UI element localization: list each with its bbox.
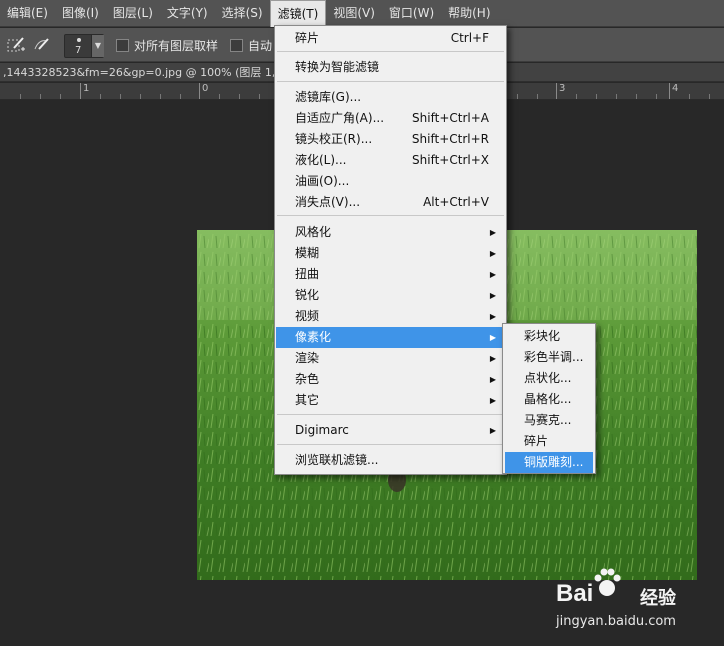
menu-item-convert-smart-filters[interactable]: 转换为智能滤镜 (276, 57, 505, 78)
menu-divider (277, 444, 504, 445)
menu-item-distort[interactable]: 扭曲 ▶ (276, 264, 505, 285)
menu-filter[interactable]: 滤镜(T) (269, 0, 327, 27)
submenu-arrow-icon: ▶ (489, 354, 496, 363)
submenu-arrow-icon: ▶ (489, 396, 496, 405)
sample-all-layers-checkbox[interactable] (116, 39, 129, 52)
menu-item-label: 风格化 (295, 225, 332, 239)
quick-select-add-icon[interactable] (5, 35, 27, 55)
menu-view[interactable]: 视图(V) (326, 0, 382, 27)
auto-enhance-checkbox[interactable] (230, 39, 243, 52)
submenu-arrow-icon: ▶ (489, 228, 496, 237)
shortcut-label: Shift+Ctrl+R (411, 132, 489, 146)
shortcut-label: Shift+Ctrl+A (412, 111, 489, 125)
menu-item-adaptive-wide-angle[interactable]: 自适应广角(A)... Shift+Ctrl+A (276, 108, 505, 129)
menu-item-browse-filters-online[interactable]: 浏览联机滤镜... (276, 450, 505, 471)
menu-item-pixelate[interactable]: 像素化 ▶ (276, 327, 505, 348)
menu-item-label: 油画(O)... (295, 174, 350, 188)
menu-item-video[interactable]: 视频 ▶ (276, 306, 505, 327)
watermark-brand: Bai (556, 580, 594, 607)
menu-layer[interactable]: 图层(L) (106, 0, 160, 27)
menu-item-label: 消失点(V)... (295, 195, 361, 209)
menu-select[interactable]: 选择(S) (215, 0, 270, 27)
menu-item-render[interactable]: 渲染 ▶ (276, 348, 505, 369)
submenu-item-color-halftone[interactable]: 彩色半调... (505, 347, 593, 368)
ruler-label: 1 (83, 83, 90, 94)
menu-divider (277, 81, 504, 82)
menu-item-digimarc[interactable]: Digimarc ▶ (276, 420, 505, 441)
filter-menu-dropdown: 碎片 Ctrl+F 转换为智能滤镜 滤镜库(G)... 自适应广角(A)... … (274, 25, 507, 475)
menu-item-label: 镜头校正(R)... (295, 132, 373, 146)
paw-logo-icon (594, 568, 621, 596)
submenu-arrow-icon: ▶ (489, 375, 496, 384)
submenu-arrow-icon: ▶ (489, 312, 496, 321)
sample-all-layers-label: 对所有图层取样 (134, 39, 219, 53)
menu-item-label: 模糊 (295, 246, 320, 260)
menu-item-label: Digimarc (295, 423, 349, 437)
quick-select-subtract-icon[interactable] (31, 35, 53, 55)
menu-item-oil-paint[interactable]: 油画(O)... (276, 171, 505, 192)
menu-divider (277, 414, 504, 415)
menu-edit[interactable]: 编辑(E) (0, 0, 55, 27)
menu-item-label: 视频 (295, 309, 320, 323)
brush-tip-icon (77, 38, 81, 42)
submenu-arrow-icon: ▶ (489, 291, 496, 300)
menu-item-label: 扭曲 (295, 267, 320, 281)
menu-bar: 编辑(E) 图像(I) 图层(L) 文字(Y) 选择(S) 滤镜(T) 视图(V… (0, 0, 724, 27)
ruler-label: 4 (672, 83, 679, 94)
menu-item-filter-gallery[interactable]: 滤镜库(G)... (276, 87, 505, 108)
submenu-arrow-icon: ▶ (489, 333, 496, 342)
menu-item-label: 滤镜库(G)... (295, 90, 362, 104)
menu-item-label: 转换为智能滤镜 (295, 60, 380, 74)
menu-item-label: 杂色 (295, 372, 320, 386)
submenu-arrow-icon: ▶ (489, 270, 496, 279)
baidu-jingyan-watermark: Bai 经验 jingyan.baidu.com (556, 566, 716, 636)
menu-item-noise[interactable]: 杂色 ▶ (276, 369, 505, 390)
submenu-item-mosaic[interactable]: 马赛克... (505, 410, 593, 431)
ruler-label: 0 (202, 83, 209, 94)
menu-item-label: 碎片 (295, 31, 320, 45)
watermark-url: jingyan.baidu.com (556, 614, 676, 629)
menu-item-blur[interactable]: 模糊 ▶ (276, 243, 505, 264)
brush-size-picker[interactable]: 7 ▼ (64, 34, 104, 58)
pixelate-submenu: 彩块化 彩色半调... 点状化... 晶格化... 马赛克... 碎片 铜版雕刻… (502, 323, 596, 474)
menu-divider (277, 51, 504, 52)
menu-item-other[interactable]: 其它 ▶ (276, 390, 505, 411)
menu-item-label: 其它 (295, 393, 320, 407)
menu-item-vanishing-point[interactable]: 消失点(V)... Alt+Ctrl+V (276, 192, 505, 213)
menu-item-label: 自适应广角(A)... (295, 111, 385, 125)
submenu-item-facet[interactable]: 彩块化 (505, 326, 593, 347)
chevron-down-icon[interactable]: ▼ (91, 35, 104, 57)
submenu-item-mezzotint[interactable]: 铜版雕刻... (505, 452, 593, 473)
submenu-item-fragment[interactable]: 碎片 (505, 431, 593, 452)
menu-help[interactable]: 帮助(H) (441, 0, 497, 27)
shortcut-label: Ctrl+F (450, 31, 489, 45)
submenu-arrow-icon: ▶ (489, 249, 496, 258)
menu-image[interactable]: 图像(I) (55, 0, 106, 27)
ruler-label: 3 (559, 83, 566, 94)
menu-type[interactable]: 文字(Y) (160, 0, 215, 27)
submenu-item-pointillize[interactable]: 点状化... (505, 368, 593, 389)
menu-window[interactable]: 窗口(W) (382, 0, 441, 27)
menu-item-label: 锐化 (295, 288, 320, 302)
watermark-brand-suffix: 经验 (640, 588, 676, 609)
brush-size-value: 7 (75, 45, 82, 56)
menu-item-sharpen[interactable]: 锐化 ▶ (276, 285, 505, 306)
submenu-item-crystallize[interactable]: 晶格化... (505, 389, 593, 410)
menu-item-label: 像素化 (295, 330, 332, 344)
menu-item-label: 液化(L)... (295, 153, 347, 167)
shortcut-label: Shift+Ctrl+X (412, 153, 489, 167)
menu-divider (277, 215, 504, 216)
menu-item-last-filter[interactable]: 碎片 Ctrl+F (276, 28, 505, 49)
menu-item-liquify[interactable]: 液化(L)... Shift+Ctrl+X (276, 150, 505, 171)
menu-item-lens-correction[interactable]: 镜头校正(R)... Shift+Ctrl+R (276, 129, 505, 150)
menu-item-label: 渲染 (295, 351, 320, 365)
shortcut-label: Alt+Ctrl+V (423, 195, 489, 209)
menu-item-label: 浏览联机滤镜... (295, 453, 379, 467)
submenu-arrow-icon: ▶ (489, 426, 496, 435)
menu-item-stylize[interactable]: 风格化 ▶ (276, 222, 505, 243)
auto-enhance-label: 自动 (248, 39, 273, 53)
